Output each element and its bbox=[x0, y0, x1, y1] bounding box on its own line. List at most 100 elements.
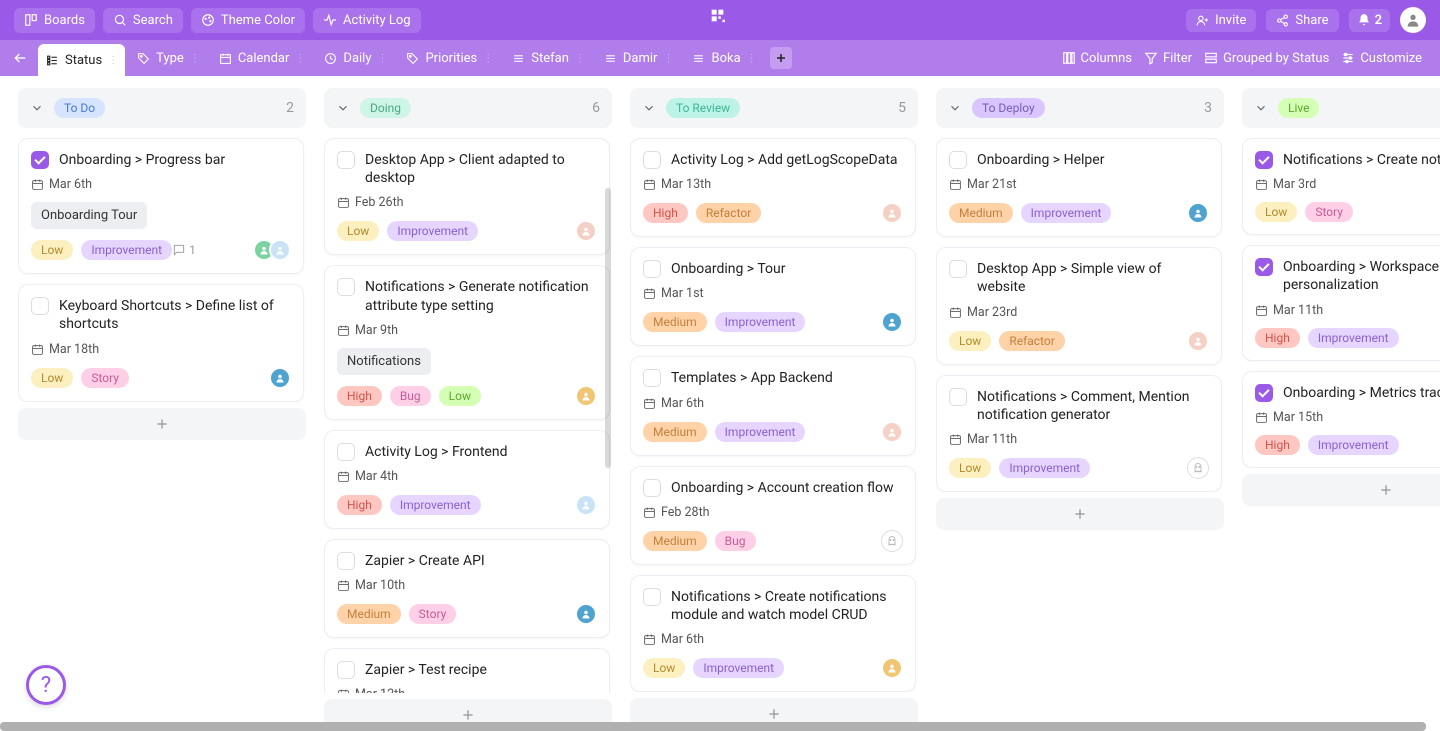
collapse-icon[interactable] bbox=[30, 101, 44, 115]
collapse-icon[interactable] bbox=[336, 101, 350, 115]
assignee-avatar[interactable] bbox=[1187, 330, 1209, 352]
calendar-icon bbox=[337, 579, 350, 592]
assignee-avatar[interactable] bbox=[881, 202, 903, 224]
task-checkbox[interactable] bbox=[337, 443, 355, 461]
task-checkbox[interactable] bbox=[949, 388, 967, 406]
view-menu-icon[interactable]: ⋮ bbox=[483, 53, 492, 64]
view-menu-icon[interactable]: ⋮ bbox=[108, 55, 117, 66]
task-card[interactable]: Notifications > Create notif CRUD Mar 3rd… bbox=[1242, 138, 1440, 235]
view-tab-calendar[interactable]: Calendar⋮ bbox=[211, 46, 313, 71]
column-header: To Do2 bbox=[18, 88, 306, 128]
task-checkbox[interactable] bbox=[1255, 258, 1273, 276]
task-card[interactable]: Onboarding > TourMar 1stMediumImprovemen… bbox=[630, 247, 916, 346]
assignee-avatar[interactable] bbox=[575, 494, 597, 516]
assignee-avatar[interactable] bbox=[269, 239, 291, 261]
task-checkbox[interactable] bbox=[643, 151, 661, 169]
assignee-avatar[interactable] bbox=[881, 421, 903, 443]
view-tab-damir[interactable]: Damir⋮ bbox=[596, 46, 681, 71]
collapse-icon[interactable] bbox=[948, 101, 962, 115]
view-menu-icon[interactable]: ⋮ bbox=[377, 53, 386, 64]
task-card[interactable]: Onboarding > Account creation flowFeb 28… bbox=[630, 466, 916, 565]
view-tab-status[interactable]: Status⋮ bbox=[38, 44, 125, 76]
assignee-avatar[interactable] bbox=[881, 530, 903, 552]
add-card-button[interactable] bbox=[936, 498, 1224, 530]
task-card[interactable]: Notifications > Comment, Mention notific… bbox=[936, 375, 1222, 492]
calendar-icon bbox=[337, 324, 350, 337]
collapse-icon[interactable] bbox=[642, 101, 656, 115]
columns-option[interactable]: Columns bbox=[1062, 51, 1133, 66]
view-menu-icon[interactable]: ⋮ bbox=[190, 53, 199, 64]
task-card[interactable]: Zapier > Create APIMar 10thMediumStory bbox=[324, 539, 610, 638]
add-card-button[interactable] bbox=[1242, 474, 1440, 506]
assignee-avatar[interactable] bbox=[881, 311, 903, 333]
user-avatar[interactable] bbox=[1400, 7, 1426, 33]
task-checkbox[interactable] bbox=[949, 151, 967, 169]
assignee-avatar[interactable] bbox=[575, 385, 597, 407]
group-option[interactable]: Grouped by Status bbox=[1204, 51, 1329, 66]
assignee-avatar[interactable] bbox=[1187, 202, 1209, 224]
task-card[interactable]: Zapier > Test recipeMar 12thHighStory bbox=[324, 648, 610, 693]
task-checkbox[interactable] bbox=[1255, 384, 1273, 402]
column-scrollbar[interactable] bbox=[605, 188, 611, 468]
task-checkbox[interactable] bbox=[337, 552, 355, 570]
boards-button[interactable]: Boards bbox=[14, 8, 95, 33]
assignee-avatar[interactable] bbox=[575, 603, 597, 625]
task-checkbox[interactable] bbox=[643, 479, 661, 497]
view-menu-icon[interactable]: ⋮ bbox=[575, 53, 584, 64]
add-view-button[interactable] bbox=[770, 47, 792, 69]
comment-count[interactable]: 1 bbox=[172, 243, 196, 257]
task-card[interactable]: Onboarding > Progress barMar 6thOnboardi… bbox=[18, 138, 304, 274]
task-card[interactable]: Notifications > Generate notification at… bbox=[324, 265, 610, 419]
view-tab-stefan[interactable]: Stefan⋮ bbox=[504, 46, 592, 71]
view-menu-icon[interactable]: ⋮ bbox=[747, 53, 756, 64]
view-menu-icon[interactable]: ⋮ bbox=[295, 53, 304, 64]
view-tab-priorities[interactable]: Priorities⋮ bbox=[398, 46, 500, 71]
view-tab-boka[interactable]: Boka⋮ bbox=[684, 46, 763, 71]
view-tab-type[interactable]: Type⋮ bbox=[129, 46, 207, 71]
calendar-icon bbox=[337, 470, 350, 483]
task-card[interactable]: Desktop App > Client adapted to desktopF… bbox=[324, 138, 610, 255]
task-checkbox[interactable] bbox=[337, 278, 355, 296]
task-date: Mar 3rd bbox=[1255, 177, 1440, 192]
assignee-avatar[interactable] bbox=[269, 367, 291, 389]
activity-button[interactable]: Activity Log bbox=[313, 8, 421, 33]
assignee-avatar[interactable] bbox=[881, 657, 903, 679]
task-card[interactable]: Desktop App > Simple view of websiteMar … bbox=[936, 247, 1222, 364]
task-card[interactable]: Onboarding > Workspace personalizationMa… bbox=[1242, 245, 1440, 360]
task-checkbox[interactable] bbox=[643, 260, 661, 278]
add-card-button[interactable] bbox=[18, 408, 306, 440]
invite-button[interactable]: Invite bbox=[1186, 9, 1256, 32]
task-checkbox[interactable] bbox=[949, 260, 967, 278]
share-button[interactable]: Share bbox=[1266, 9, 1338, 32]
customize-option[interactable]: Customize bbox=[1341, 51, 1422, 66]
back-button[interactable] bbox=[8, 48, 32, 68]
assignee-avatar[interactable] bbox=[575, 220, 597, 242]
notifications-button[interactable]: 2 bbox=[1349, 9, 1390, 32]
task-checkbox[interactable] bbox=[31, 151, 49, 169]
view-menu-icon[interactable]: ⋮ bbox=[663, 53, 672, 64]
view-tab-daily[interactable]: Daily⋮ bbox=[316, 46, 394, 71]
task-card[interactable]: Templates > App BackendMar 6thMediumImpr… bbox=[630, 356, 916, 455]
theme-button[interactable]: Theme Color bbox=[191, 8, 305, 33]
task-checkbox[interactable] bbox=[643, 369, 661, 387]
task-card[interactable]: Onboarding > Metrics trackMar 15thHighIm… bbox=[1242, 371, 1440, 468]
task-checkbox[interactable] bbox=[1255, 151, 1273, 169]
assignee-avatar[interactable] bbox=[1187, 457, 1209, 479]
horizontal-scrollbar[interactable] bbox=[0, 722, 1426, 731]
task-card[interactable]: Notifications > Create notifications mod… bbox=[630, 575, 916, 692]
task-checkbox[interactable] bbox=[31, 297, 49, 315]
calendar-icon bbox=[643, 633, 656, 646]
task-card[interactable]: Activity Log > Add getLogScopeDataMar 13… bbox=[630, 138, 916, 237]
task-date: Mar 12th bbox=[337, 687, 597, 693]
search-button[interactable]: Search bbox=[103, 8, 183, 33]
task-checkbox[interactable] bbox=[337, 661, 355, 679]
task-checkbox[interactable] bbox=[643, 588, 661, 606]
help-button[interactable]: ? bbox=[26, 665, 66, 705]
filter-option[interactable]: Filter bbox=[1144, 51, 1192, 66]
collapse-icon[interactable] bbox=[1254, 101, 1268, 115]
task-card[interactable]: Activity Log > FrontendMar 4thHighImprov… bbox=[324, 430, 610, 529]
task-card[interactable]: Onboarding > HelperMar 21stMediumImprove… bbox=[936, 138, 1222, 237]
task-checkbox[interactable] bbox=[337, 151, 355, 169]
task-title: Notifications > Create notif CRUD bbox=[1283, 151, 1440, 169]
task-card[interactable]: Keyboard Shortcuts > Define list of shor… bbox=[18, 284, 304, 401]
